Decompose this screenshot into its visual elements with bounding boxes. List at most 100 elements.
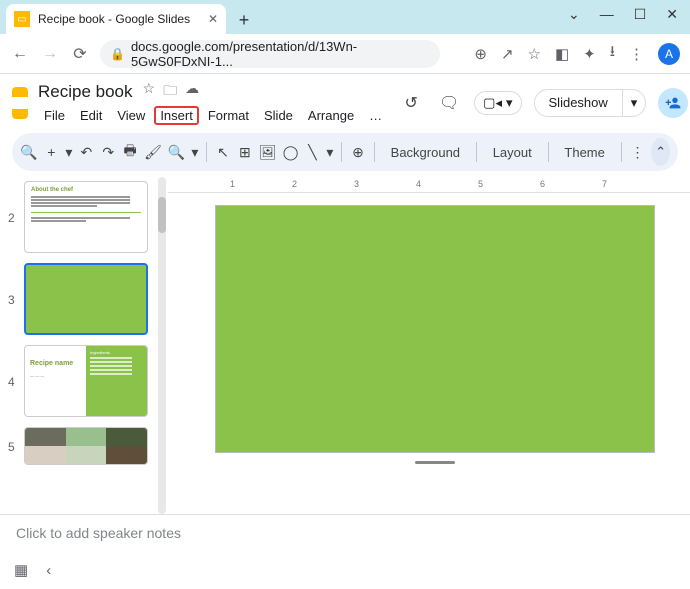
slide-thumb-2[interactable]: 2 About the chef [8,181,168,253]
slideshow-dropdown[interactable]: ▾ [622,90,646,116]
slide-canvas[interactable] [215,205,655,453]
menu-file[interactable]: File [38,106,71,125]
forward-button[interactable]: → [40,45,60,63]
browser-tab-strip: ▭ Recipe book - Google Slides ✕ + ⌄ — ☐ … [0,0,690,34]
line-caret-icon[interactable]: ▾ [326,140,333,164]
app-header: Recipe book ☆ 🗀 ☁ File Edit View Insert … [0,74,690,125]
comment-add-icon[interactable]: ⊕ [350,140,366,164]
new-tab-button[interactable]: + [230,6,258,34]
download-icon[interactable]: ⭳ [610,41,615,66]
tab-title: Recipe book - Google Slides [38,12,200,26]
person-add-icon [665,95,681,111]
reload-button[interactable]: ⟳ [70,44,90,64]
menu-edit[interactable]: Edit [74,106,108,125]
slides-logo[interactable] [12,87,28,119]
redo-icon[interactable]: ↷ [100,140,116,164]
new-slide-icon[interactable]: + [43,140,59,164]
new-slide-caret-icon[interactable]: ▾ [65,140,72,164]
horizontal-ruler[interactable]: 1 2 3 4 5 6 7 [168,177,690,193]
kebab-menu-icon[interactable]: ⋮ [629,45,644,63]
bookmark-icon[interactable]: ☆ [528,45,541,63]
minimize-icon[interactable]: — [600,6,614,22]
prev-slide-icon[interactable]: ‹ [46,562,51,579]
comments-icon[interactable]: 🗨 [436,90,462,116]
print-icon[interactable]: 🖶 [122,140,138,164]
more-toolbar-icon[interactable]: ⋮ [630,140,646,164]
address-bar[interactable]: 🔒 docs.google.com/presentation/d/13Wn-5G… [100,40,440,68]
textbox-icon[interactable]: ⊞ [237,140,253,164]
slides-favicon: ▭ [14,11,30,27]
slide-thumb-4[interactable]: 4 Recipe name — — — Ingredients [8,345,168,417]
menu-slide[interactable]: Slide [258,106,299,125]
menu-insert[interactable]: Insert [154,106,199,125]
close-window-icon[interactable]: ✕ [666,6,678,23]
notes-resize-handle[interactable] [415,461,455,464]
ruler-tick: 7 [602,179,607,189]
menubar: File Edit View Insert Format Slide Arran… [38,106,388,125]
thumb-title: About the chef [31,187,141,193]
line-icon[interactable]: ╲ [305,140,321,164]
thumb-number: 3 [8,291,18,307]
menu-format[interactable]: Format [202,106,255,125]
separator [548,142,549,162]
filmstrip[interactable]: 2 About the chef 3 4 Recipe name [0,177,168,514]
theme-button[interactable]: Theme [556,145,612,160]
slide-thumb-5[interactable]: 5 [8,427,168,465]
separator [206,142,207,162]
search-menus-icon[interactable]: 🔍 [20,140,37,164]
ruler-tick: 6 [540,179,545,189]
back-button[interactable]: ← [10,45,30,63]
menu-arrange[interactable]: Arrange [302,106,360,125]
thumb-number: 5 [8,438,18,454]
separator [341,142,342,162]
maximize-icon[interactable]: ☐ [634,6,647,23]
toolbar: 🔍 + ▾ ↶ ↷ 🖶 🖌 🔍 ▾ ↖ ⊞ 🖼 ◯ ╲ ▾ ⊕ Backgrou… [12,133,678,171]
browser-tab[interactable]: ▭ Recipe book - Google Slides ✕ [6,4,226,34]
app-install-icon[interactable]: ◧ [555,45,569,63]
slideshow-button[interactable]: Slideshow ▾ [534,89,647,117]
slideshow-label: Slideshow [535,90,622,115]
menu-view[interactable]: View [111,106,151,125]
thumb-title: Recipe name [30,360,81,367]
browser-avatar[interactable]: A [658,43,680,65]
extensions-icon[interactable]: ✦ [583,45,596,63]
ruler-tick: 2 [292,179,297,189]
ruler-tick: 3 [354,179,359,189]
meet-button[interactable]: ▢◂ ▾ [474,91,521,115]
close-tab-icon[interactable]: ✕ [208,12,218,26]
zoom-caret-icon[interactable]: ▾ [191,140,198,164]
editor-area: 1 2 3 4 5 6 7 [168,177,690,514]
share-button[interactable] [658,88,688,118]
separator [621,142,622,162]
select-tool-icon[interactable]: ↖ [215,140,231,164]
search-icon[interactable]: ⊕ [474,45,487,63]
cloud-status-icon[interactable]: ☁ [185,80,199,104]
browser-toolbar: ← → ⟳ 🔒 docs.google.com/presentation/d/1… [0,34,690,74]
paint-format-icon[interactable]: 🖌 [144,140,162,164]
filmstrip-scrollbar[interactable] [158,177,166,514]
workspace: 2 About the chef 3 4 Recipe name [0,177,690,514]
history-icon[interactable]: ↺ [398,90,424,116]
menu-more[interactable]: … [363,106,388,125]
separator [476,142,477,162]
thumb-number: 2 [8,209,18,225]
layout-button[interactable]: Layout [485,145,540,160]
ruler-tick: 4 [416,179,421,189]
slide-thumb-3[interactable]: 3 [8,263,168,335]
grid-view-icon[interactable]: ▦ [14,561,28,579]
star-icon[interactable]: ☆ [143,80,156,104]
image-icon[interactable]: 🖼 [259,140,277,164]
undo-icon[interactable]: ↶ [78,140,94,164]
document-title[interactable]: Recipe book [38,82,133,102]
collapse-toolbar-icon[interactable]: ⌃ [651,138,670,166]
shape-icon[interactable]: ◯ [283,140,299,164]
lock-icon: 🔒 [110,47,125,61]
camera-icon: ▢◂ [483,95,502,111]
notes-placeholder: Click to add speaker notes [16,525,181,541]
background-button[interactable]: Background [383,145,468,160]
chevron-down-icon[interactable]: ⌄ [568,6,580,23]
move-icon[interactable]: 🗀 [163,80,177,104]
speaker-notes[interactable]: Click to add speaker notes [0,514,690,551]
share-url-icon[interactable]: ↗ [501,45,514,63]
zoom-icon[interactable]: 🔍 [168,140,185,164]
